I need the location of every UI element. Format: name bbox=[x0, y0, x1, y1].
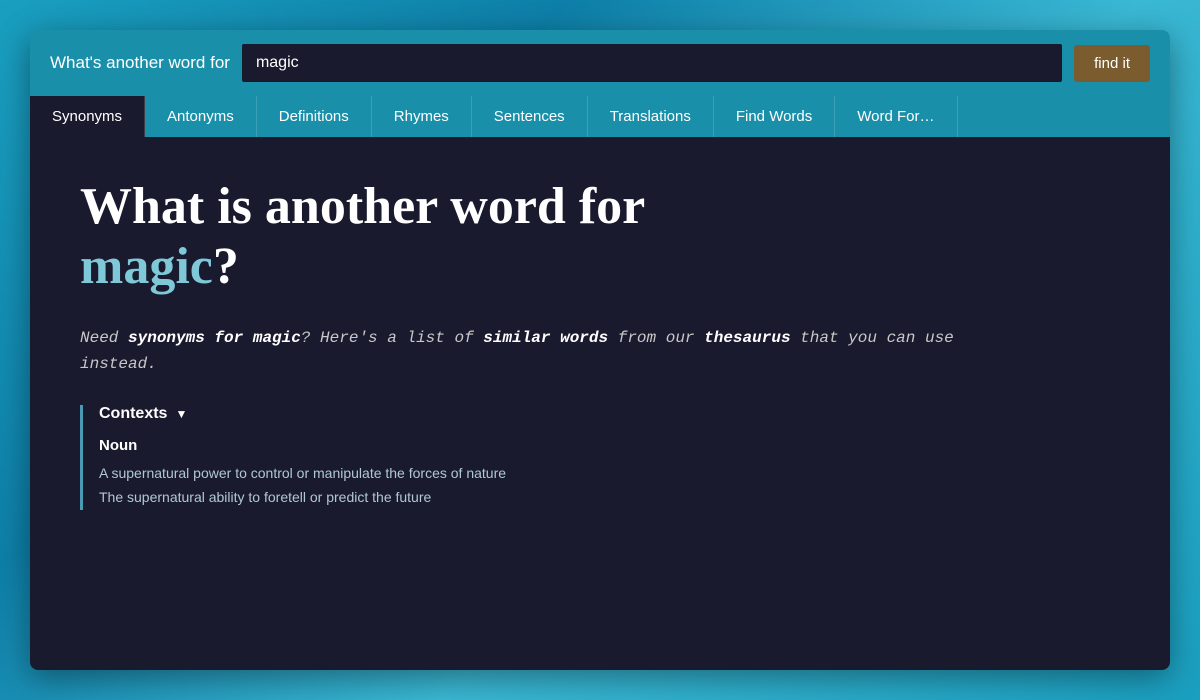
contexts-label: Contexts bbox=[99, 405, 167, 423]
tab-find-words[interactable]: Find Words bbox=[714, 96, 835, 137]
contexts-arrow-icon: ▼ bbox=[175, 407, 187, 421]
tab-synonyms[interactable]: Synonyms bbox=[30, 96, 145, 137]
title-suffix: ? bbox=[213, 238, 239, 295]
main-content: What is another word for magic? Need syn… bbox=[30, 137, 1170, 670]
find-button[interactable]: find it bbox=[1074, 45, 1150, 82]
description-text: Need synonyms for magic? Here's a list o… bbox=[80, 325, 980, 378]
tab-rhymes[interactable]: Rhymes bbox=[372, 96, 472, 137]
contexts-header[interactable]: Contexts ▼ bbox=[99, 405, 1120, 423]
tab-antonyms[interactable]: Antonyms bbox=[145, 96, 257, 137]
header-bar: What's another word for find it bbox=[30, 30, 1170, 96]
tab-sentences[interactable]: Sentences bbox=[472, 96, 588, 137]
page-title: What is another word for magic? bbox=[80, 177, 1120, 297]
search-label: What's another word for bbox=[50, 53, 230, 73]
title-word: magic bbox=[80, 238, 213, 295]
title-prefix: What is another word for bbox=[80, 178, 645, 235]
contexts-box: Contexts ▼ Noun A supernatural power to … bbox=[80, 405, 1120, 510]
bold-similar-words: similar words bbox=[483, 329, 608, 347]
context-item-1: A supernatural power to control or manip… bbox=[99, 462, 1120, 486]
app-container: What's another word for find it Synonyms… bbox=[30, 30, 1170, 670]
bold-thesaurus: thesaurus bbox=[704, 329, 790, 347]
tab-word-forms[interactable]: Word For… bbox=[835, 96, 957, 137]
tab-translations[interactable]: Translations bbox=[588, 96, 714, 137]
nav-tabs: Synonyms Antonyms Definitions Rhymes Sen… bbox=[30, 96, 1170, 137]
bold-synonyms: synonyms for magic bbox=[128, 329, 301, 347]
tab-definitions[interactable]: Definitions bbox=[257, 96, 372, 137]
search-input[interactable] bbox=[242, 44, 1062, 82]
noun-label: Noun bbox=[99, 437, 1120, 454]
context-item-2: The supernatural ability to foretell or … bbox=[99, 486, 1120, 510]
